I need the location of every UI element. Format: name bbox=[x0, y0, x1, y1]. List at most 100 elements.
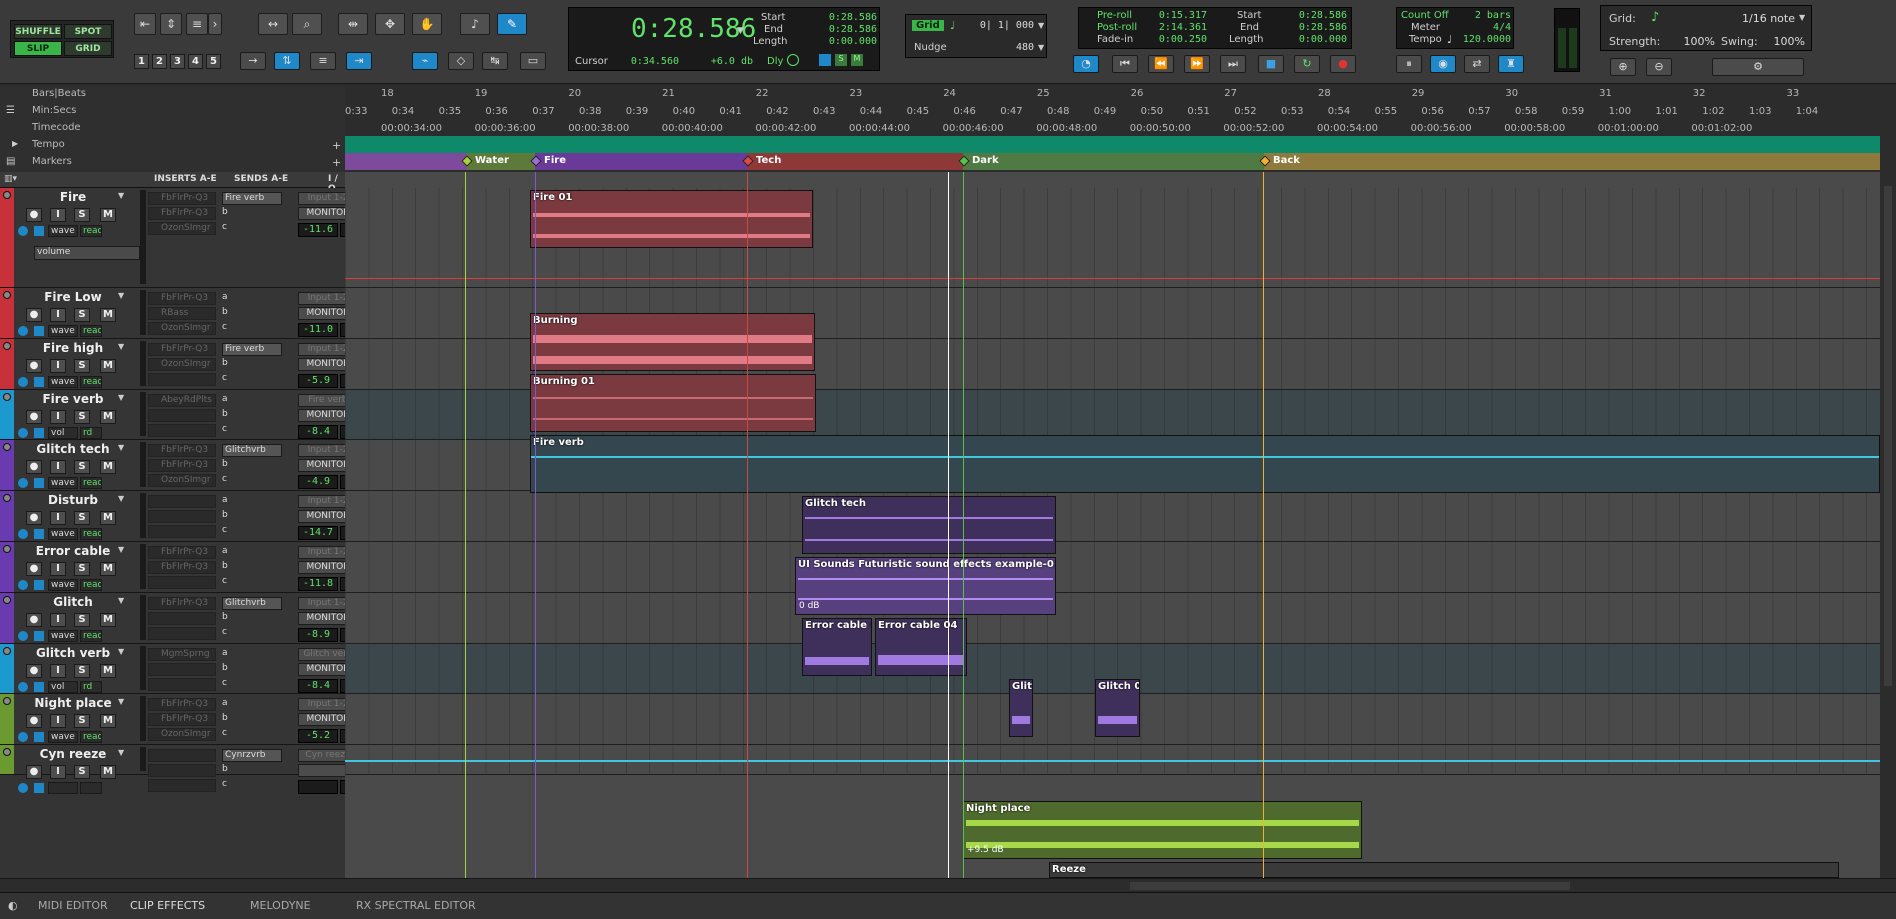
zoom-vertical-icon[interactable]: ⇕ bbox=[160, 13, 182, 35]
record-enable-button[interactable]: ● bbox=[26, 460, 42, 474]
insert-slot[interactable]: FbFlrPr-Q3 bbox=[148, 207, 216, 220]
input-selector[interactable]: Input 1-2 bbox=[298, 546, 345, 559]
ruler-minsecs-label[interactable]: Min:Secs bbox=[32, 105, 76, 116]
track-timebase-icon[interactable] bbox=[18, 529, 28, 539]
input-selector[interactable]: Input 1-2 bbox=[298, 698, 345, 711]
output-selector[interactable]: MONITOR bbox=[298, 358, 345, 371]
clip-error-cable-04[interactable]: Error cable 04 bbox=[875, 618, 967, 676]
insertion-follows-icon[interactable]: ⇥ bbox=[346, 52, 372, 70]
track-header[interactable]: Night place ▼ ● I S M wave read FbFlrPr-… bbox=[0, 694, 345, 745]
elastic-audio-icon[interactable] bbox=[34, 682, 44, 692]
insert-slot[interactable] bbox=[148, 373, 216, 386]
timeline-rulers[interactable]: 18 19 20 21 22 23 24 25 26 27 28 29 30 31 32 33 0:33 0:3… bbox=[345, 86, 1880, 172]
main-counter-dropdown-icon[interactable]: ▼ bbox=[737, 26, 744, 36]
horizontal-scrollbar[interactable] bbox=[0, 878, 1896, 892]
clip-burning-01[interactable]: Burning 01 bbox=[530, 374, 816, 432]
track-expand-icon[interactable] bbox=[3, 291, 11, 299]
mute-button[interactable]: M bbox=[100, 714, 116, 728]
clip-glitch-tech[interactable]: Glitch tech bbox=[802, 496, 1056, 554]
volume-readout[interactable]: -8.4 bbox=[298, 425, 338, 439]
insert-slot[interactable] bbox=[148, 749, 216, 762]
clip-fire-01[interactable]: Fire 01 bbox=[530, 190, 813, 248]
send-slot[interactable]: b bbox=[222, 713, 282, 726]
online-icon[interactable]: ◔ bbox=[1073, 55, 1099, 73]
volume-readout[interactable]: -11.6 bbox=[298, 223, 338, 237]
input-monitor-button[interactable]: I bbox=[50, 359, 66, 373]
volume-readout[interactable]: -11.0 bbox=[298, 323, 338, 337]
track-header[interactable]: Fire verb ▼ ● I S M vol rd AbeyRdPlts ab… bbox=[0, 390, 345, 440]
dly-icon[interactable] bbox=[787, 54, 799, 66]
send-slot[interactable]: c bbox=[222, 424, 282, 437]
insert-slot[interactable]: OzonSImgr bbox=[148, 474, 216, 487]
track-timebase-icon[interactable] bbox=[18, 226, 28, 236]
record-enable-button[interactable]: ● bbox=[26, 664, 42, 678]
trim-tool-icon[interactable]: ↔ bbox=[258, 13, 288, 35]
input-selector[interactable]: Fire verb bbox=[298, 394, 345, 407]
track-timebase-icon[interactable] bbox=[18, 377, 28, 387]
metronome-icon[interactable]: ♜ bbox=[1498, 55, 1524, 73]
track-menu-dropdown-icon[interactable]: ▼ bbox=[118, 545, 124, 554]
send-slot[interactable]: c bbox=[222, 627, 282, 640]
zoom-preset-2[interactable]: 2 bbox=[152, 54, 167, 69]
output-selector[interactable]: MONITOR bbox=[298, 409, 345, 422]
send-slot[interactable]: c bbox=[222, 728, 282, 741]
mute-button[interactable]: M bbox=[100, 511, 116, 525]
track-timebase-icon[interactable] bbox=[18, 580, 28, 590]
ruler-tempo-label[interactable]: Tempo bbox=[32, 139, 65, 150]
zoom-preset-3[interactable]: 3 bbox=[170, 54, 185, 69]
solo-button[interactable]: S bbox=[74, 664, 90, 678]
clip-burning[interactable]: Burning bbox=[530, 313, 815, 371]
send-slot[interactable]: Cynrzvrb bbox=[222, 749, 282, 762]
output-selector[interactable]: MONITOR bbox=[298, 510, 345, 523]
insert-slot[interactable] bbox=[148, 424, 216, 437]
tab-midi-editor[interactable]: MIDI EDITOR bbox=[38, 899, 108, 912]
collapse-icon[interactable]: ◐ bbox=[8, 899, 18, 912]
track-name[interactable]: Fire bbox=[28, 190, 118, 204]
output-selector[interactable]: MONITOR bbox=[298, 663, 345, 676]
mute-button[interactable]: M bbox=[100, 562, 116, 576]
record-enable-button[interactable]: ● bbox=[26, 410, 42, 424]
vertical-scrollbar[interactable] bbox=[1880, 86, 1896, 878]
solo-button[interactable]: S bbox=[74, 511, 90, 525]
track-name[interactable]: Glitch tech bbox=[28, 442, 118, 456]
preroll-value[interactable]: 0:15.317 bbox=[1151, 10, 1207, 21]
automation-follows-icon[interactable]: ◇ bbox=[448, 52, 474, 70]
zoom-preset-1[interactable]: 1 bbox=[134, 54, 149, 69]
send-slot[interactable]: b bbox=[222, 307, 282, 320]
send-slot[interactable]: a bbox=[222, 495, 282, 508]
send-slot[interactable]: a bbox=[222, 546, 282, 559]
track-expand-icon[interactable] bbox=[3, 596, 11, 604]
postroll-value[interactable]: 2:14.361 bbox=[1151, 22, 1207, 33]
marker-tech[interactable]: Tech bbox=[756, 155, 781, 166]
transport-length-value[interactable]: 0:00.000 bbox=[1285, 34, 1347, 45]
insert-slot[interactable]: FbFlrPr-Q3 bbox=[148, 192, 216, 205]
input-selector[interactable]: Input 1-2 bbox=[298, 444, 345, 457]
snowflake-icon[interactable] bbox=[819, 54, 831, 66]
volume-readout[interactable]: -5.2 bbox=[298, 729, 338, 743]
track-name[interactable]: Cyn reeze bbox=[28, 747, 118, 761]
track-menu-dropdown-icon[interactable]: ▼ bbox=[118, 596, 124, 605]
send-slot[interactable]: c bbox=[222, 373, 282, 386]
elastic-audio-icon[interactable] bbox=[34, 529, 44, 539]
output-selector[interactable]: MONITOR bbox=[298, 713, 345, 726]
track-expand-icon[interactable] bbox=[3, 443, 11, 451]
volume-readout[interactable]: -8.4 bbox=[298, 679, 338, 693]
insert-slot[interactable] bbox=[148, 663, 216, 676]
markers-window-icon[interactable]: ▤ bbox=[6, 156, 15, 167]
tempo-expand-icon[interactable]: ▶ bbox=[12, 139, 18, 148]
track-menu-dropdown-icon[interactable]: ▼ bbox=[118, 342, 124, 351]
horizontal-scroll-thumb[interactable] bbox=[1130, 882, 1570, 890]
marker-dark[interactable]: Dark bbox=[972, 155, 999, 166]
link-timeline-icon[interactable]: ⇅ bbox=[274, 52, 300, 70]
send-slot[interactable]: b bbox=[222, 663, 282, 676]
marker-fire[interactable]: Fire bbox=[544, 155, 566, 166]
transport-end-value[interactable]: 0:28.586 bbox=[1285, 22, 1347, 33]
input-selector[interactable]: Input 1-2 bbox=[298, 192, 345, 205]
preroll-label[interactable]: Pre-roll bbox=[1097, 10, 1132, 21]
tab-to-transient-icon[interactable]: → bbox=[240, 52, 266, 70]
ruler-bars-beats-label[interactable]: Bars|Beats bbox=[32, 88, 86, 99]
ruler-timecode-label[interactable]: Timecode bbox=[32, 122, 81, 133]
track-timebase-icon[interactable] bbox=[18, 326, 28, 336]
track-name[interactable]: Glitch verb bbox=[28, 646, 118, 660]
elastic-audio-icon[interactable] bbox=[34, 580, 44, 590]
